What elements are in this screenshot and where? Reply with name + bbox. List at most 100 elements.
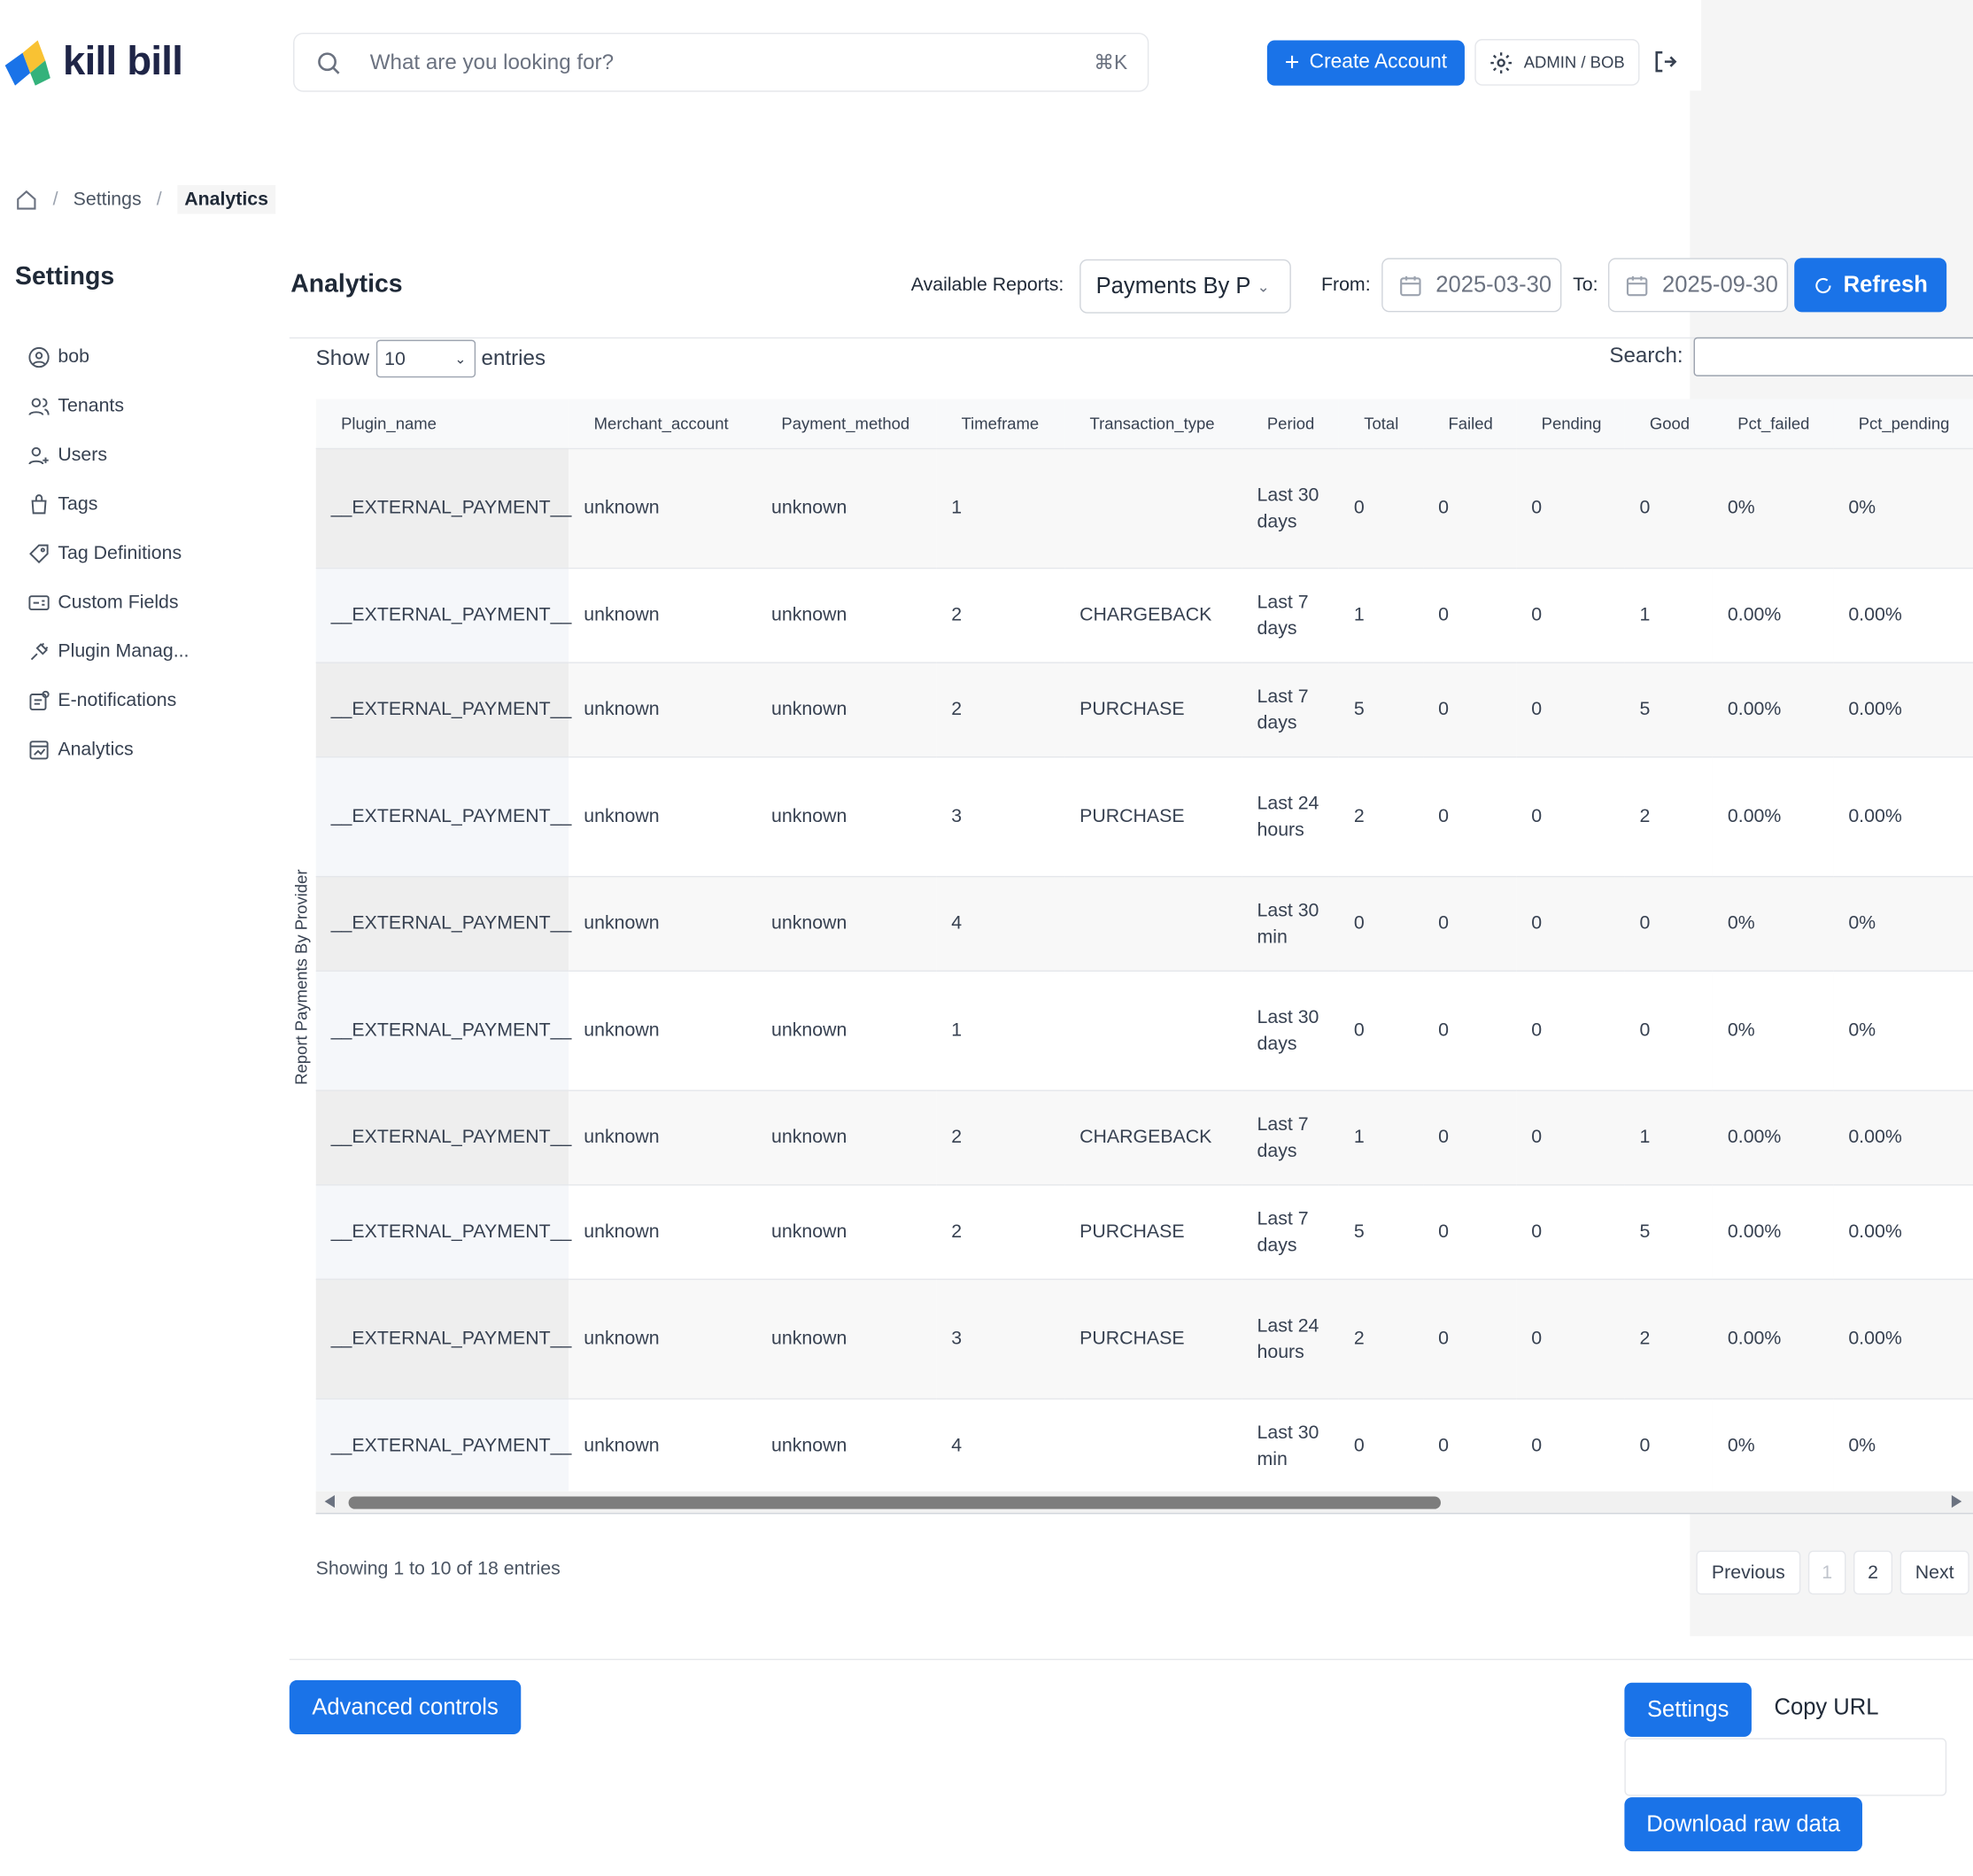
sidebar-item-analytics[interactable]: Analytics [27,725,189,773]
table-row[interactable]: __EXTERNAL_PAYMENT__ unknown unknown 1 Last … [315,969,1973,1090]
scroll-left-icon[interactable] [324,1495,335,1508]
table-cell: unknown [755,1183,937,1279]
table-cell: unknown [569,447,756,568]
table-cell: unknown [755,447,937,568]
column-header[interactable]: Payment_method [755,399,937,448]
sidebar-item-tags[interactable]: Tags [27,479,189,528]
global-search[interactable]: What are you looking for? ⌘K [293,32,1149,92]
table-cell: 1 [1624,567,1713,663]
table-row[interactable]: __EXTERNAL_PAYMENT__ unknown unknown 4 Last … [315,875,1973,971]
home-icon[interactable] [15,188,38,211]
table-cell: Last 7 days [1242,661,1339,756]
kill-bill-logo-icon [4,40,50,86]
url-field[interactable] [1624,1738,1947,1796]
table-cell: 2 [936,1183,1065,1279]
sidebar-item-tag-definitions[interactable]: Tag Definitions [27,529,189,578]
from-date-input[interactable]: 2025-03-30 [1381,258,1562,313]
user-plus-icon [28,446,49,464]
table-cell: unknown [755,756,937,876]
page-2-button[interactable]: 2 [1853,1550,1893,1595]
page-1-button[interactable]: 1 [1807,1550,1846,1595]
scroll-right-icon[interactable] [1951,1495,1962,1508]
copy-url-button[interactable]: Copy URL [1774,1694,1878,1721]
download-raw-data-button[interactable]: Download raw data [1624,1797,1862,1852]
refresh-button[interactable]: Refresh [1794,258,1947,313]
column-header[interactable]: Pct_pending [1833,399,1973,448]
sidebar-item-plugin-management[interactable]: Plugin Manag... [27,627,189,676]
breadcrumb-settings[interactable]: Settings [74,189,142,210]
settings-button[interactable]: Settings [1624,1682,1752,1737]
table-cell: 0 [1338,1397,1424,1492]
table-cell: 0 [1516,875,1625,971]
reports-select[interactable]: Payments By Provider ⌄ [1079,259,1291,314]
advanced-controls-button[interactable]: Advanced controls [289,1679,522,1735]
table-row[interactable]: __EXTERNAL_PAYMENT__ unknown unknown 3 PURCH… [315,1277,1973,1399]
table-cell: 0 [1423,661,1517,756]
sidebar-item-users[interactable]: Users [27,430,189,479]
column-header[interactable]: Pct_failed [1712,399,1834,448]
sidebar-item-e-notifications[interactable]: E-notifications [27,676,189,725]
previous-page-button[interactable]: Previous [1696,1550,1801,1595]
table-row[interactable]: __EXTERNAL_PAYMENT__ unknown unknown 2 CHARG… [315,1089,1973,1185]
table-cell: Last 30 days [1242,447,1339,568]
table-cell: 1 [1338,1089,1424,1185]
column-header[interactable]: Good [1624,399,1713,448]
table-row[interactable]: __EXTERNAL_PAYMENT__ unknown unknown 4 Last … [315,1397,1973,1492]
table-row[interactable]: __EXTERNAL_PAYMENT__ unknown unknown 3 PURCH… [315,756,1973,876]
next-page-button[interactable]: Next [1899,1550,1969,1595]
column-header[interactable]: Transaction_type [1064,399,1242,448]
scrollbar-thumb[interactable] [348,1496,1441,1509]
table-cell: 0 [1516,567,1625,663]
table-cell: 1 [1624,1089,1713,1185]
page-length-value: 10 [384,347,406,370]
column-header[interactable]: Total [1338,399,1424,448]
page-length-control: Show 10 ⌄ entries [316,339,545,378]
table-cell: 0.00% [1833,1183,1973,1279]
sidebar-item-bob[interactable]: bob [27,332,189,381]
user-label: ADMIN / BOB [1523,52,1625,72]
search-input[interactable]: What are you looking for? [370,50,1094,74]
user-menu[interactable]: ADMIN / BOB [1474,39,1640,86]
from-date-value: 2025-03-30 [1435,271,1552,298]
table-cell: 2 [936,1089,1065,1185]
column-header[interactable]: Failed [1423,399,1517,448]
table-cell: 0 [1516,1089,1625,1185]
sidebar-item-tenants[interactable]: Tenants [27,382,189,430]
table-search-input[interactable] [1693,337,1973,376]
table-cell: PURCHASE [1064,661,1242,756]
to-date-input[interactable]: 2025-09-30 [1607,258,1789,313]
table-cell: 0 [1624,875,1713,971]
column-header[interactable]: Timeframe [936,399,1065,448]
id-card-icon [28,594,50,610]
table-cell: unknown [569,756,756,876]
table-row[interactable]: __EXTERNAL_PAYMENT__ unknown unknown 1 Last … [315,447,1973,568]
table-cell: unknown [569,567,756,663]
table-cell: Last 7 days [1242,1089,1339,1185]
table-row[interactable]: __EXTERNAL_PAYMENT__ unknown unknown 2 CHARG… [315,567,1973,663]
shopping-bag-icon [31,493,47,514]
create-account-label: Create Account [1309,51,1448,74]
column-header[interactable]: Plugin_name [315,399,569,448]
plus-icon: + [1284,49,1300,77]
app-logo[interactable]: kill bill [3,35,183,86]
table-row[interactable]: __EXTERNAL_PAYMENT__ unknown unknown 2 PURCH… [315,661,1973,756]
table-cell: unknown [569,1089,756,1185]
table-cell: __EXTERNAL_PAYMENT__ [315,661,571,756]
table-cell: 0% [1833,447,1973,568]
column-header[interactable]: Pending [1516,399,1625,448]
sidebar-item-label: bob [58,345,89,368]
logout-icon[interactable] [1651,48,1678,75]
table-cell: unknown [569,1277,756,1399]
table-cell: 0 [1338,447,1424,568]
column-header[interactable]: Period [1242,399,1339,448]
create-account-button[interactable]: + Create Account [1266,40,1465,86]
table-cell: 0 [1516,969,1625,1090]
table-cell: 0.00% [1712,567,1834,663]
table-row[interactable]: __EXTERNAL_PAYMENT__ unknown unknown 2 PURCH… [315,1183,1973,1279]
calendar-icon [1400,275,1421,296]
page-length-select[interactable]: 10 ⌄ [375,339,476,378]
table-cell: 0.00% [1833,661,1973,756]
sidebar-item-label: Tenants [58,395,125,417]
sidebar-item-custom-fields[interactable]: Custom Fields [27,578,189,626]
column-header[interactable]: Merchant_account [569,399,756,448]
